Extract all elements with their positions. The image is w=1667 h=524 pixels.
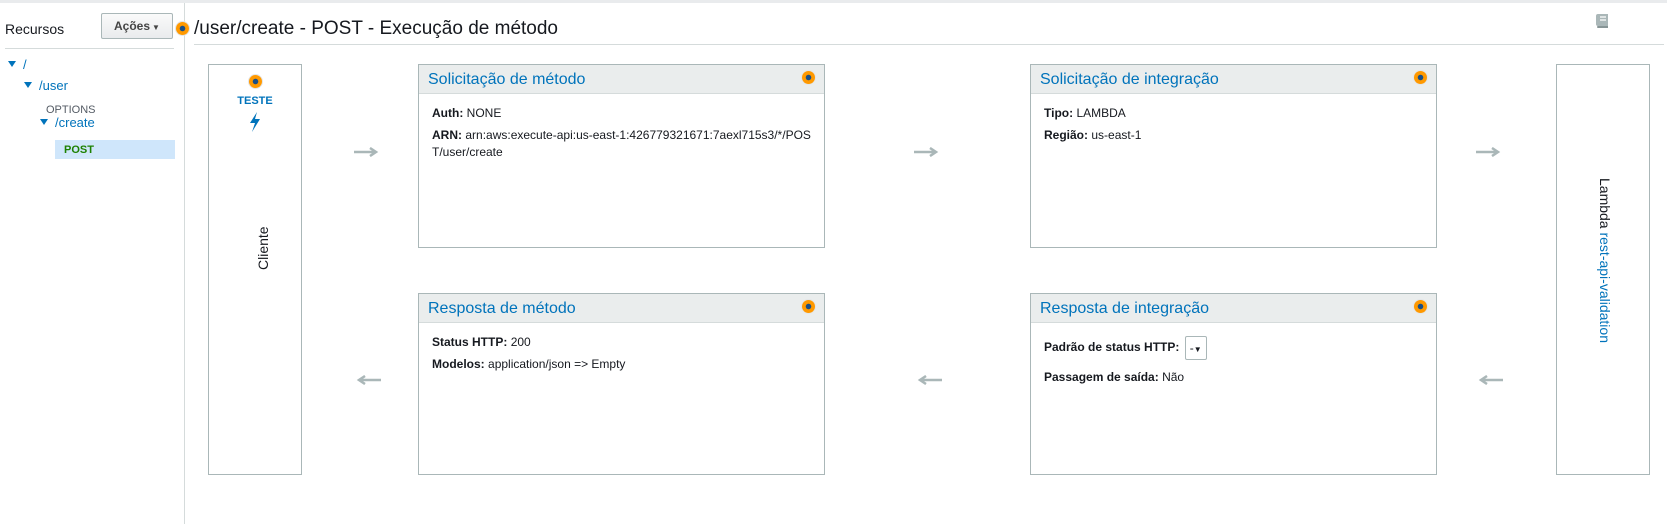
status-value: 200 bbox=[510, 335, 531, 349]
region-label: Região: bbox=[1044, 128, 1089, 142]
expand-triangle-icon[interactable] bbox=[24, 82, 32, 88]
method-response-card: Resposta de método Status HTTP: 200 Mode… bbox=[418, 293, 825, 475]
tree-item-root-label[interactable]: / bbox=[23, 57, 27, 72]
lightning-icon[interactable] bbox=[247, 111, 263, 138]
chevron-down-icon: ▼ bbox=[1193, 345, 1202, 354]
integration-request-title-link[interactable]: Solicitação de integração bbox=[1040, 71, 1219, 89]
region-value: us-east-1 bbox=[1091, 128, 1142, 142]
passthrough-value: Não bbox=[1162, 370, 1185, 384]
auth-label: Auth: bbox=[432, 106, 464, 120]
expand-triangle-icon[interactable] bbox=[8, 61, 16, 67]
type-value: LAMBDA bbox=[1076, 106, 1126, 120]
integration-response-title-link[interactable]: Resposta de integração bbox=[1040, 300, 1209, 318]
integration-response-card: Resposta de integração Padrão de status … bbox=[1030, 293, 1437, 475]
status-dot-icon bbox=[1414, 71, 1427, 84]
auth-value: NONE bbox=[466, 106, 502, 120]
type-label: Tipo: bbox=[1044, 106, 1074, 120]
book-icon[interactable] bbox=[1594, 12, 1612, 35]
expand-triangle-icon[interactable] bbox=[40, 119, 48, 125]
integration-response-header: Resposta de integração bbox=[1031, 294, 1436, 323]
status-label: Status HTTP: bbox=[432, 335, 508, 349]
resources-title: Recursos bbox=[5, 21, 65, 37]
status-pattern-select[interactable]: -▼ bbox=[1184, 336, 1207, 360]
lambda-function-link[interactable]: rest-api-validation bbox=[1597, 232, 1613, 343]
passthrough-label: Passagem de saída: bbox=[1044, 370, 1159, 384]
sidebar-divider bbox=[5, 48, 174, 49]
actions-dropdown-button[interactable]: Ações ▼ bbox=[101, 13, 173, 39]
status-dot-icon bbox=[802, 71, 815, 84]
status-dot-icon bbox=[176, 22, 189, 35]
arrow-left-icon bbox=[1478, 375, 1503, 385]
region-row: Região: us-east-1 bbox=[1044, 127, 1423, 144]
top-border bbox=[0, 0, 1667, 3]
tree-item-user[interactable]: /user bbox=[24, 78, 68, 93]
status-pattern-label: Padrão de status HTTP: bbox=[1044, 340, 1180, 355]
page-title: /user/create - POST - Execução de método bbox=[194, 18, 558, 39]
models-value: application/json => Empty bbox=[488, 357, 626, 371]
arn-label: ARN: bbox=[432, 128, 462, 142]
arrow-right-icon bbox=[1476, 147, 1501, 157]
status-dot-icon bbox=[1414, 300, 1427, 313]
header-divider bbox=[194, 44, 1664, 45]
arrow-left-icon bbox=[917, 375, 942, 385]
caret-down-icon: ▼ bbox=[152, 23, 160, 32]
tree-item-create[interactable]: /create bbox=[40, 115, 95, 130]
passthrough-row: Passagem de saída: Não bbox=[1044, 369, 1423, 386]
integration-request-header: Solicitação de integração bbox=[1031, 65, 1436, 94]
client-label: Cliente bbox=[255, 226, 271, 270]
resources-sidebar: Recursos Ações ▼ / /user OPTIONS /create … bbox=[0, 3, 185, 524]
arn-row: ARN: arn:aws:execute-api:us-east-1:42677… bbox=[432, 127, 811, 161]
lambda-prefix: Lambda bbox=[1597, 178, 1613, 229]
lambda-panel: Lambda rest-api-validation bbox=[1556, 64, 1650, 475]
arrow-right-icon bbox=[914, 147, 939, 157]
type-row: Tipo: LAMBDA bbox=[1044, 105, 1423, 122]
models-row: Modelos: application/json => Empty bbox=[432, 356, 811, 373]
tree-item-user-label[interactable]: /user bbox=[39, 78, 68, 93]
arrow-right-icon bbox=[354, 147, 379, 157]
arn-value: arn:aws:execute-api:us-east-1:4267793216… bbox=[432, 128, 811, 159]
models-label: Modelos: bbox=[432, 357, 485, 371]
status-pattern-row: Padrão de status HTTP: -▼ bbox=[1044, 336, 1423, 360]
tree-item-root[interactable]: / bbox=[8, 57, 27, 72]
client-panel: TESTE Cliente bbox=[208, 64, 302, 475]
integration-request-card: Solicitação de integração Tipo: LAMBDA R… bbox=[1030, 64, 1437, 248]
tree-item-post-selected[interactable]: POST bbox=[55, 140, 175, 159]
actions-label: Ações bbox=[114, 19, 151, 33]
arrow-left-icon bbox=[356, 375, 381, 385]
status-dot-icon bbox=[802, 300, 815, 313]
lambda-label: Lambda rest-api-validation bbox=[1597, 178, 1613, 343]
tree-item-post-label[interactable]: POST bbox=[64, 144, 94, 156]
auth-row: Auth: NONE bbox=[432, 105, 811, 122]
method-request-header: Solicitação de método bbox=[419, 65, 824, 94]
test-button[interactable]: TESTE bbox=[209, 95, 301, 107]
method-request-title-link[interactable]: Solicitação de método bbox=[428, 71, 585, 89]
tree-item-create-label[interactable]: /create bbox=[55, 115, 95, 130]
method-request-card: Solicitação de método Auth: NONE ARN: ar… bbox=[418, 64, 825, 248]
status-row: Status HTTP: 200 bbox=[432, 334, 811, 351]
method-response-title-link[interactable]: Resposta de método bbox=[428, 300, 576, 318]
method-response-header: Resposta de método bbox=[419, 294, 824, 323]
status-dot-icon bbox=[249, 75, 262, 88]
